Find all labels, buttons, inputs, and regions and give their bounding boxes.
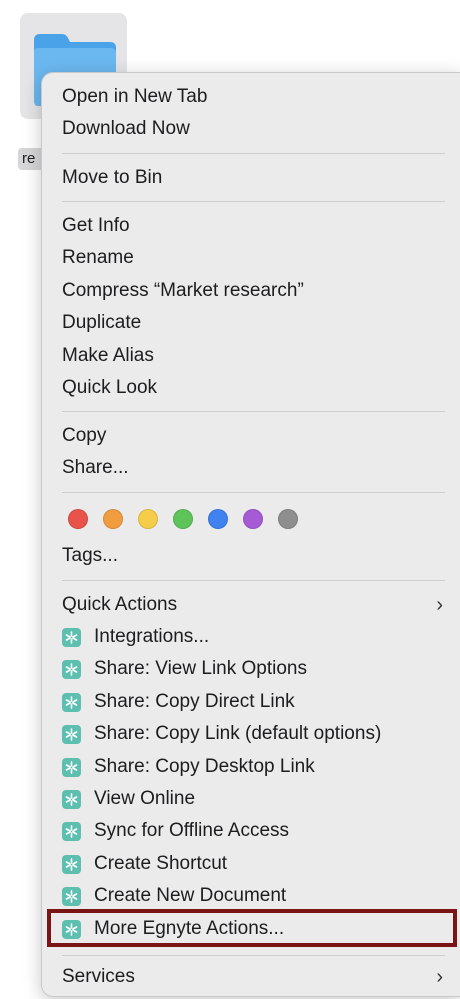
menu-item-open-in-new-tab[interactable]: Open in New Tab	[62, 82, 445, 112]
menu-item-download-now[interactable]: Download Now	[62, 114, 445, 144]
tag-dot-green[interactable]	[173, 509, 193, 529]
menu-item-label: Share: View Link Options	[94, 658, 307, 679]
menu-item-label: More Egnyte Actions...	[94, 918, 285, 939]
menu-item-share-copy-link-default[interactable]: Share: Copy Link (default options)	[62, 719, 445, 749]
egnyte-icon	[62, 790, 81, 809]
menu-item-share-view-link-options[interactable]: Share: View Link Options	[62, 654, 445, 684]
egnyte-icon	[62, 628, 81, 647]
menu-separator	[62, 955, 445, 956]
menu-item-sync-offline[interactable]: Sync for Offline Access	[62, 816, 445, 846]
tag-dot-purple[interactable]	[243, 509, 263, 529]
menu-item-get-info[interactable]: Get Info	[62, 211, 445, 241]
menu-item-label: Create Shortcut	[94, 853, 228, 874]
menu-item-integrations[interactable]: Integrations...	[62, 622, 445, 652]
menu-item-more-egnyte-actions[interactable]: More Egnyte Actions...	[62, 914, 445, 944]
menu-item-label: Integrations...	[94, 626, 210, 647]
tag-dot-blue[interactable]	[208, 509, 228, 529]
menu-item-share-copy-direct-link[interactable]: Share: Copy Direct Link	[62, 687, 445, 717]
egnyte-icon	[62, 887, 81, 906]
menu-item-label: Share: Copy Link (default options)	[94, 723, 382, 744]
menu-item-move-to-bin[interactable]: Move to Bin	[62, 163, 445, 193]
menu-item-create-shortcut[interactable]: Create Shortcut	[62, 849, 445, 879]
menu-item-make-alias[interactable]: Make Alias	[62, 341, 445, 371]
egnyte-icon	[62, 693, 81, 712]
egnyte-icon	[62, 855, 81, 874]
egnyte-icon	[62, 725, 81, 744]
tag-dot-yellow[interactable]	[138, 509, 158, 529]
chevron-right-icon: ›	[436, 966, 443, 988]
egnyte-icon	[62, 758, 81, 777]
menu-item-tags[interactable]: Tags...	[62, 541, 445, 571]
menu-separator	[62, 411, 445, 412]
menu-item-label: View Online	[94, 788, 196, 809]
tag-dot-red[interactable]	[68, 509, 88, 529]
menu-item-rename[interactable]: Rename	[62, 243, 445, 273]
menu-separator	[62, 201, 445, 202]
menu-item-compress[interactable]: Compress “Market research”	[62, 276, 445, 306]
menu-item-share-copy-desktop-link[interactable]: Share: Copy Desktop Link	[62, 752, 445, 782]
menu-item-label: Quick Actions	[62, 594, 178, 615]
menu-separator	[62, 492, 445, 493]
menu-item-quick-actions[interactable]: Quick Actions ›	[62, 590, 445, 620]
menu-item-services[interactable]: Services ›	[62, 962, 445, 992]
desktop: re Open in New Tab Download Now Move to …	[0, 0, 460, 999]
menu-item-label: Services	[62, 966, 135, 987]
menu-item-label: Share: Copy Direct Link	[94, 691, 295, 712]
menu-separator	[62, 580, 445, 581]
menu-item-create-new-document[interactable]: Create New Document	[62, 881, 445, 911]
menu-item-copy[interactable]: Copy	[62, 421, 445, 451]
tag-dot-grey[interactable]	[278, 509, 298, 529]
egnyte-icon	[62, 822, 81, 841]
tag-dot-orange[interactable]	[103, 509, 123, 529]
egnyte-icon	[62, 920, 81, 939]
menu-item-label: Share: Copy Desktop Link	[94, 756, 315, 777]
menu-item-share[interactable]: Share...	[62, 453, 445, 483]
menu-item-view-online[interactable]: View Online	[62, 784, 445, 814]
egnyte-icon	[62, 660, 81, 679]
menu-separator	[62, 153, 445, 154]
menu-item-label: Sync for Offline Access	[94, 820, 290, 841]
menu-item-duplicate[interactable]: Duplicate	[62, 308, 445, 338]
chevron-right-icon: ›	[436, 594, 443, 616]
menu-item-label: Create New Document	[94, 885, 287, 906]
context-menu: Open in New Tab Download Now Move to Bin…	[41, 72, 460, 997]
menu-item-quick-look[interactable]: Quick Look	[62, 373, 445, 403]
